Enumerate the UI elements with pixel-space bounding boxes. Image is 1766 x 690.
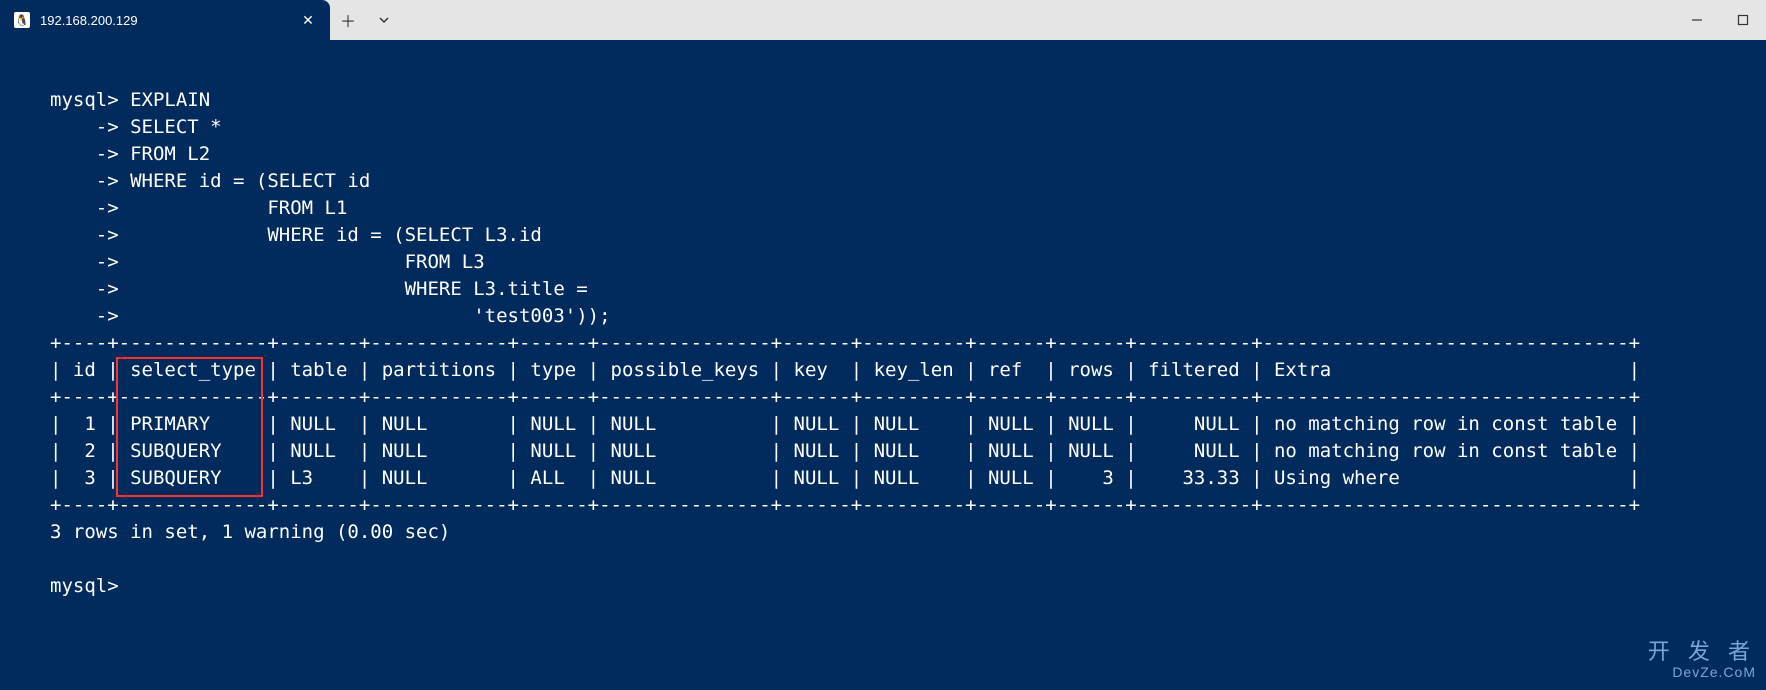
watermark: 开 发 者 DevZe.CoM bbox=[1648, 640, 1756, 680]
query-line: -> WHERE L3.title = bbox=[50, 276, 1738, 303]
minimize-icon bbox=[1691, 14, 1703, 26]
maximize-icon bbox=[1737, 14, 1749, 26]
table-row: | 3 | SUBQUERY | L3 | NULL | ALL | NULL … bbox=[50, 465, 1738, 492]
tab-title: 192.168.200.129 bbox=[40, 13, 286, 28]
maximize-button[interactable] bbox=[1720, 0, 1766, 40]
chevron-down-icon bbox=[378, 14, 390, 26]
summary-line: 3 rows in set, 1 warning (0.00 sec) bbox=[50, 519, 1738, 546]
table-border: +----+-------------+-------+------------… bbox=[50, 330, 1738, 357]
query-line: -> WHERE id = (SELECT L3.id bbox=[50, 222, 1738, 249]
query-line: -> FROM L3 bbox=[50, 249, 1738, 276]
query-line: -> 'test003')); bbox=[50, 303, 1738, 330]
query-line: -> FROM L1 bbox=[50, 195, 1738, 222]
query-line: mysql> EXPLAIN bbox=[50, 87, 1738, 114]
table-row: | 2 | SUBQUERY | NULL | NULL | NULL | NU… bbox=[50, 438, 1738, 465]
titlebar: 🐧 192.168.200.129 ✕ ＋ bbox=[0, 0, 1766, 40]
query-line: -> SELECT * bbox=[50, 114, 1738, 141]
table-row: | 1 | PRIMARY | NULL | NULL | NULL | NUL… bbox=[50, 411, 1738, 438]
active-tab[interactable]: 🐧 192.168.200.129 ✕ bbox=[0, 0, 330, 40]
watermark-en: DevZe.CoM bbox=[1648, 665, 1756, 680]
new-tab-button[interactable]: ＋ bbox=[330, 0, 366, 40]
tab-dropdown-button[interactable] bbox=[366, 0, 402, 40]
query-line: -> FROM L2 bbox=[50, 141, 1738, 168]
watermark-cn: 开 发 者 bbox=[1648, 640, 1756, 664]
prompt-line: mysql> bbox=[50, 573, 1738, 600]
tux-icon: 🐧 bbox=[14, 12, 30, 28]
terminal-output[interactable]: mysql> EXPLAIN -> SELECT * -> FROM L2 ->… bbox=[0, 40, 1766, 674]
table-border: +----+-------------+-------+------------… bbox=[50, 492, 1738, 519]
query-block: mysql> EXPLAIN -> SELECT * -> FROM L2 ->… bbox=[50, 87, 1738, 330]
window-controls bbox=[1674, 0, 1766, 40]
minimize-button[interactable] bbox=[1674, 0, 1720, 40]
close-tab-button[interactable]: ✕ bbox=[296, 8, 320, 32]
table-border: +----+-------------+-------+------------… bbox=[50, 384, 1738, 411]
query-line: -> WHERE id = (SELECT id bbox=[50, 168, 1738, 195]
table-header: | id | select_type | table | partitions … bbox=[50, 357, 1738, 384]
